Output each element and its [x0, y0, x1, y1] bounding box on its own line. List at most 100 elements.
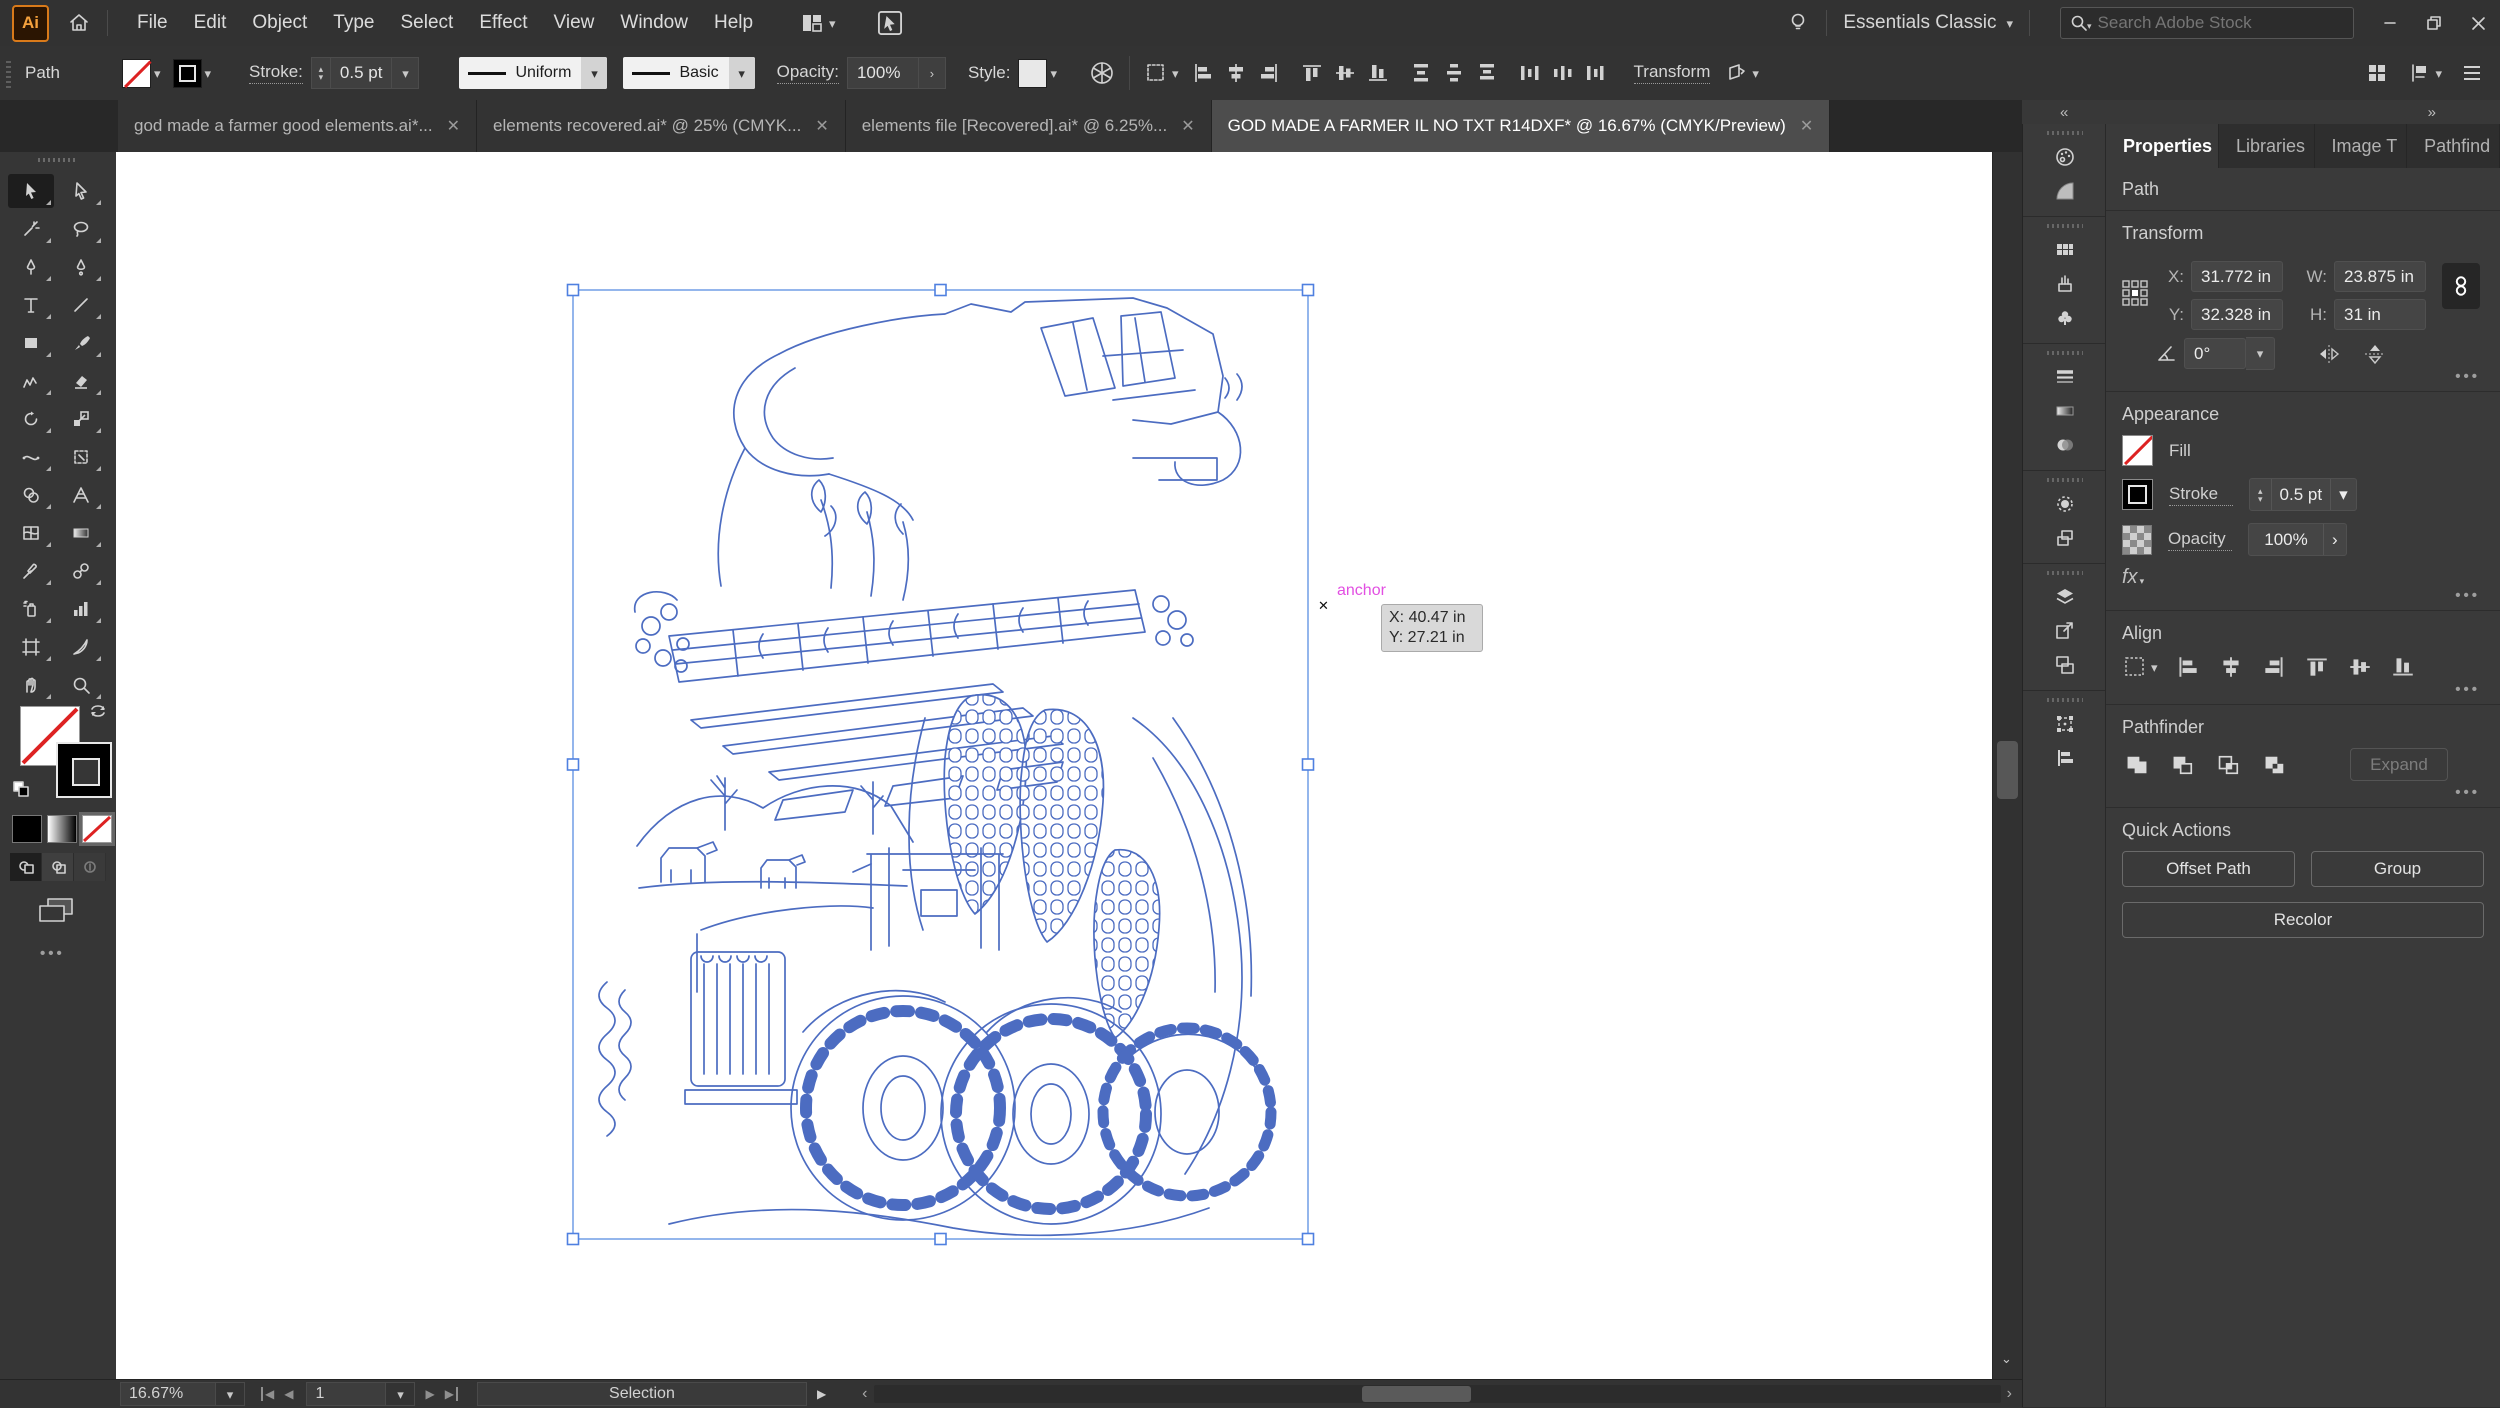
vertical-scrollbar-thumb[interactable] [1997, 741, 2018, 799]
tool-perspective-grid[interactable] [58, 478, 104, 512]
arrange-documents-icon[interactable] [2365, 61, 2389, 85]
transparency-panel-icon[interactable] [2042, 428, 2088, 462]
document-tab[interactable]: god made a farmer good elements.ai*... ✕ [118, 100, 478, 152]
artboard-dropdown[interactable]: ▾ [386, 1382, 416, 1406]
tool-selection[interactable] [8, 174, 54, 208]
chevron-down-icon[interactable]: ▾ [2006, 17, 2013, 30]
align-bottom-icon[interactable] [1366, 61, 1390, 85]
distribute-bottom-icon[interactable] [1475, 61, 1499, 85]
collapse-panel-icon[interactable]: » [2428, 104, 2436, 121]
pathfinder-intersect-icon[interactable] [2214, 752, 2244, 778]
tool-line-segment[interactable] [58, 288, 104, 322]
chevron-down-icon[interactable]: ▾ [391, 58, 418, 88]
default-fill-stroke-icon[interactable] [12, 780, 32, 798]
document-tab[interactable]: elements recovered.ai* @ 25% (CMYK... ✕ [477, 100, 846, 152]
tool-shape-builder[interactable] [8, 478, 54, 512]
scroll-left-icon[interactable]: ‹ [862, 1385, 867, 1403]
brush-definition-dropdown[interactable]: Basic ▾ [623, 57, 755, 89]
dock-grip[interactable] [2046, 351, 2083, 355]
document-tab-active[interactable]: GOD MADE A FARMER IL NO TXT R14DXF* @ 16… [1211, 100, 1831, 152]
artboard-number-field[interactable]: 1 [306, 1382, 387, 1406]
stroke-panel-icon[interactable] [2042, 360, 2088, 394]
more-options-icon[interactable] [2455, 368, 2480, 385]
stroke-proxy-swatch[interactable] [56, 742, 112, 798]
draw-inside-mode[interactable] [74, 853, 106, 881]
restore-button[interactable] [2412, 0, 2456, 46]
stroke-weight-control[interactable]: ▴ ▾ 0.5 pt ▾ [2249, 478, 2357, 511]
tool-slice[interactable] [58, 630, 104, 664]
brushes-panel-icon[interactable] [2042, 267, 2088, 301]
illustrator-logo[interactable]: Ai [12, 4, 49, 42]
opacity-swatch[interactable] [2122, 524, 2152, 555]
scroll-right-icon[interactable]: › [2007, 1385, 2012, 1403]
rotation-dropdown[interactable]: ▾ [2246, 337, 2275, 370]
tool-gradient[interactable] [58, 516, 104, 550]
tool-zoom[interactable] [58, 668, 104, 702]
symbols-panel-icon[interactable] [2042, 301, 2088, 335]
swatches-panel-icon[interactable] [2042, 233, 2088, 267]
scroll-down-icon[interactable]: ⌄ [2001, 1352, 2012, 1365]
graphic-style-dropdown[interactable]: ▾ [1018, 58, 1057, 88]
tool-hand[interactable] [8, 668, 54, 702]
stroke-swatch[interactable] [2122, 479, 2153, 510]
x-field[interactable]: 31.772 in [2191, 261, 2283, 292]
align-left-icon[interactable] [2175, 654, 2201, 680]
tool-eraser[interactable] [58, 364, 104, 398]
align-center-v-icon[interactable] [1333, 61, 1357, 85]
tool-width[interactable] [8, 440, 54, 474]
layers-panel-icon[interactable] [2042, 580, 2088, 614]
tool-rotate[interactable] [8, 402, 54, 436]
menu-select[interactable]: Select [388, 12, 467, 34]
canvas[interactable]: anchor ✕ X: 40.47 in Y: 27.21 in [116, 152, 1992, 1379]
menu-edit[interactable]: Edit [181, 12, 240, 34]
asset-export-panel-icon[interactable] [2042, 614, 2088, 648]
align-left-icon[interactable] [1191, 61, 1215, 85]
chevron-down-icon[interactable]: ▾ [154, 67, 161, 80]
color-panel-icon[interactable] [2042, 140, 2088, 174]
none-button-active[interactable] [79, 812, 115, 846]
opacity-label[interactable]: Opacity [2168, 529, 2232, 551]
recolor-button[interactable]: Recolor [2122, 902, 2484, 938]
more-options-icon[interactable] [2455, 681, 2480, 698]
opacity-field[interactable]: 100% › [846, 57, 946, 89]
zoom-dropdown[interactable]: ▾ [216, 1382, 245, 1406]
edit-toolbar-icon[interactable] [40, 945, 65, 962]
hand-cursor-box-icon[interactable] [876, 9, 904, 37]
zoom-level-field[interactable]: 16.67% [120, 1382, 216, 1406]
swap-fill-stroke-icon[interactable] [88, 702, 108, 720]
pathfinder-unite-icon[interactable] [2122, 752, 2152, 778]
shear-icon[interactable]: ▾ [1724, 61, 1759, 85]
tab-libraries[interactable]: Libraries [2219, 124, 2315, 168]
screen-mode-icon[interactable] [34, 895, 78, 925]
vertical-scrollbar[interactable]: ⌄ [1992, 152, 2023, 1379]
menu-window[interactable]: Window [607, 12, 701, 34]
tool-paintbrush[interactable] [58, 326, 104, 360]
horizontal-scrollbar-thumb[interactable] [1361, 1386, 1471, 1402]
close-icon[interactable]: ✕ [1800, 116, 1813, 136]
dock-grip[interactable] [2046, 131, 2083, 135]
artboards-panel-icon[interactable] [2042, 648, 2088, 682]
fill-none-swatch[interactable] [121, 58, 151, 88]
tool-curvature[interactable] [58, 250, 104, 284]
tool-shaper[interactable] [8, 364, 54, 398]
color-guide-panel-icon[interactable] [2042, 174, 2088, 208]
discover-lightbulb-icon[interactable] [1786, 11, 1810, 35]
fx-button[interactable]: fx [2122, 566, 2138, 589]
gradient-button[interactable] [47, 815, 77, 843]
dock-grip[interactable] [2046, 224, 2083, 228]
fill-swatch[interactable] [2122, 435, 2153, 466]
pathfinder-exclude-icon[interactable] [2260, 752, 2290, 778]
tab-properties[interactable]: Properties [2106, 124, 2220, 168]
align-right-icon[interactable] [2261, 654, 2287, 680]
tool-mesh[interactable] [8, 516, 54, 550]
tab-pathfinder[interactable]: Pathfind [2407, 124, 2500, 168]
stroke-stepper[interactable]: ▴ ▾ [310, 57, 330, 89]
dock-control-icon[interactable]: ▾ [2407, 61, 2442, 85]
stepper-icon[interactable]: ▴ ▾ [2250, 479, 2271, 510]
status-play-icon[interactable]: ▶ [817, 1387, 826, 1401]
style-swatch[interactable] [1018, 58, 1048, 88]
menu-type[interactable]: Type [320, 12, 387, 34]
align-to-icon[interactable]: ▾ [2122, 654, 2158, 680]
tool-magic-wand[interactable] [8, 212, 54, 246]
dock-grip[interactable] [2046, 478, 2083, 482]
